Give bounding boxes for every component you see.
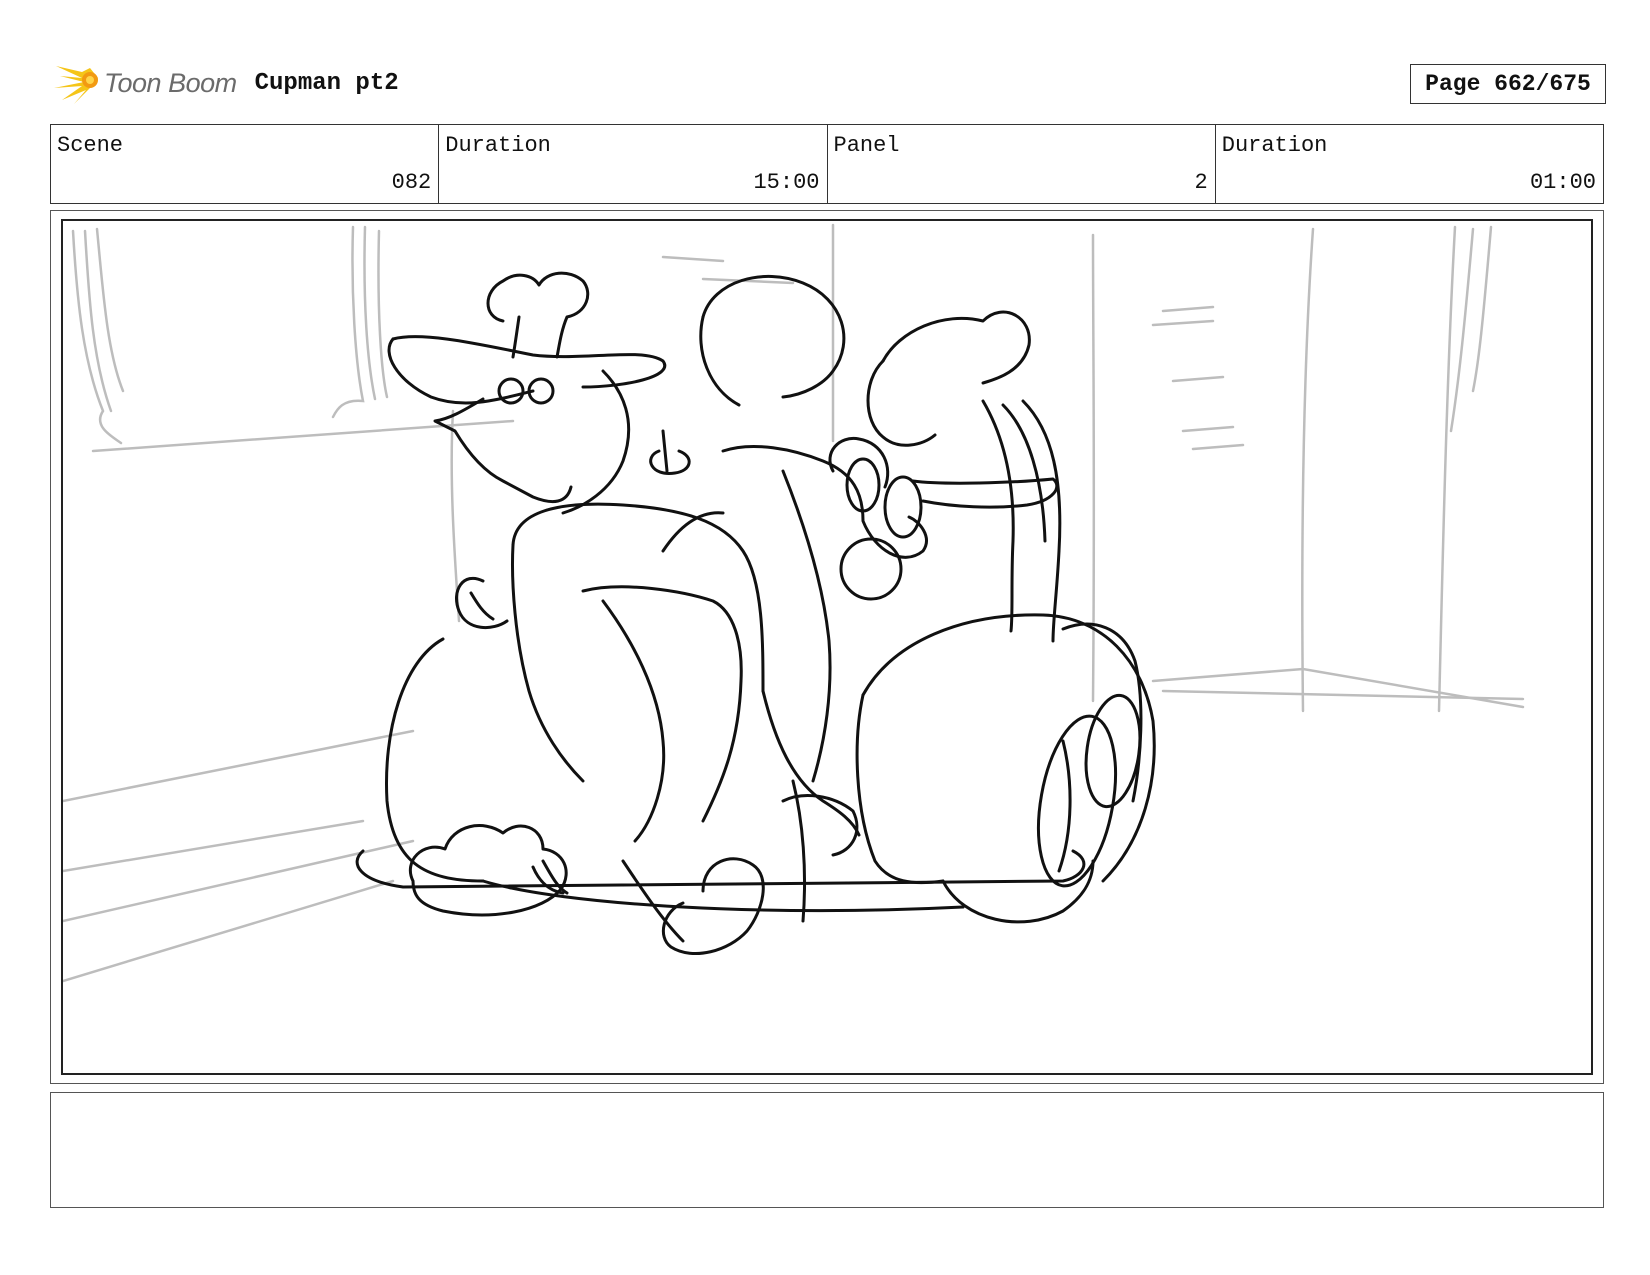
panel-duration-value: 01:00: [1529, 170, 1596, 195]
toon-boom-logo: Toon Boom: [52, 58, 237, 108]
scene-cell: Scene 082: [51, 125, 440, 203]
background-sketch: [63, 223, 1525, 983]
logo-text: Toon Boom: [104, 67, 237, 98]
scene-value: 082: [391, 170, 432, 195]
panel-cell: Panel 2: [828, 125, 1216, 203]
burst-icon: [54, 66, 98, 104]
sketch-drawing: [63, 223, 1525, 983]
panel-value: 2: [1194, 170, 1208, 195]
character-sketch: [355, 271, 1156, 955]
scene-duration-label: Duration: [445, 133, 551, 158]
scene-duration-value: 15:00: [753, 170, 820, 195]
panel-label: Panel: [833, 133, 900, 158]
page-number: Page 662/675: [1410, 64, 1606, 104]
page-header: Toon Boom Cupman pt2: [52, 58, 399, 108]
scene-label: Scene: [57, 133, 124, 158]
storyboard-panel-frame: [50, 210, 1604, 1084]
panel-duration-label: Duration: [1221, 133, 1328, 158]
panel-duration-cell: Duration 01:00: [1216, 125, 1603, 203]
scene-duration-cell: Duration 15:00: [439, 125, 828, 203]
panel-caption: [50, 1092, 1604, 1208]
storyboard-sketch: [61, 219, 1593, 1075]
scene-info-table: Scene 082 Duration 15:00 Panel 2 Duratio…: [50, 124, 1604, 204]
project-title: Cupman pt2: [254, 69, 399, 97]
